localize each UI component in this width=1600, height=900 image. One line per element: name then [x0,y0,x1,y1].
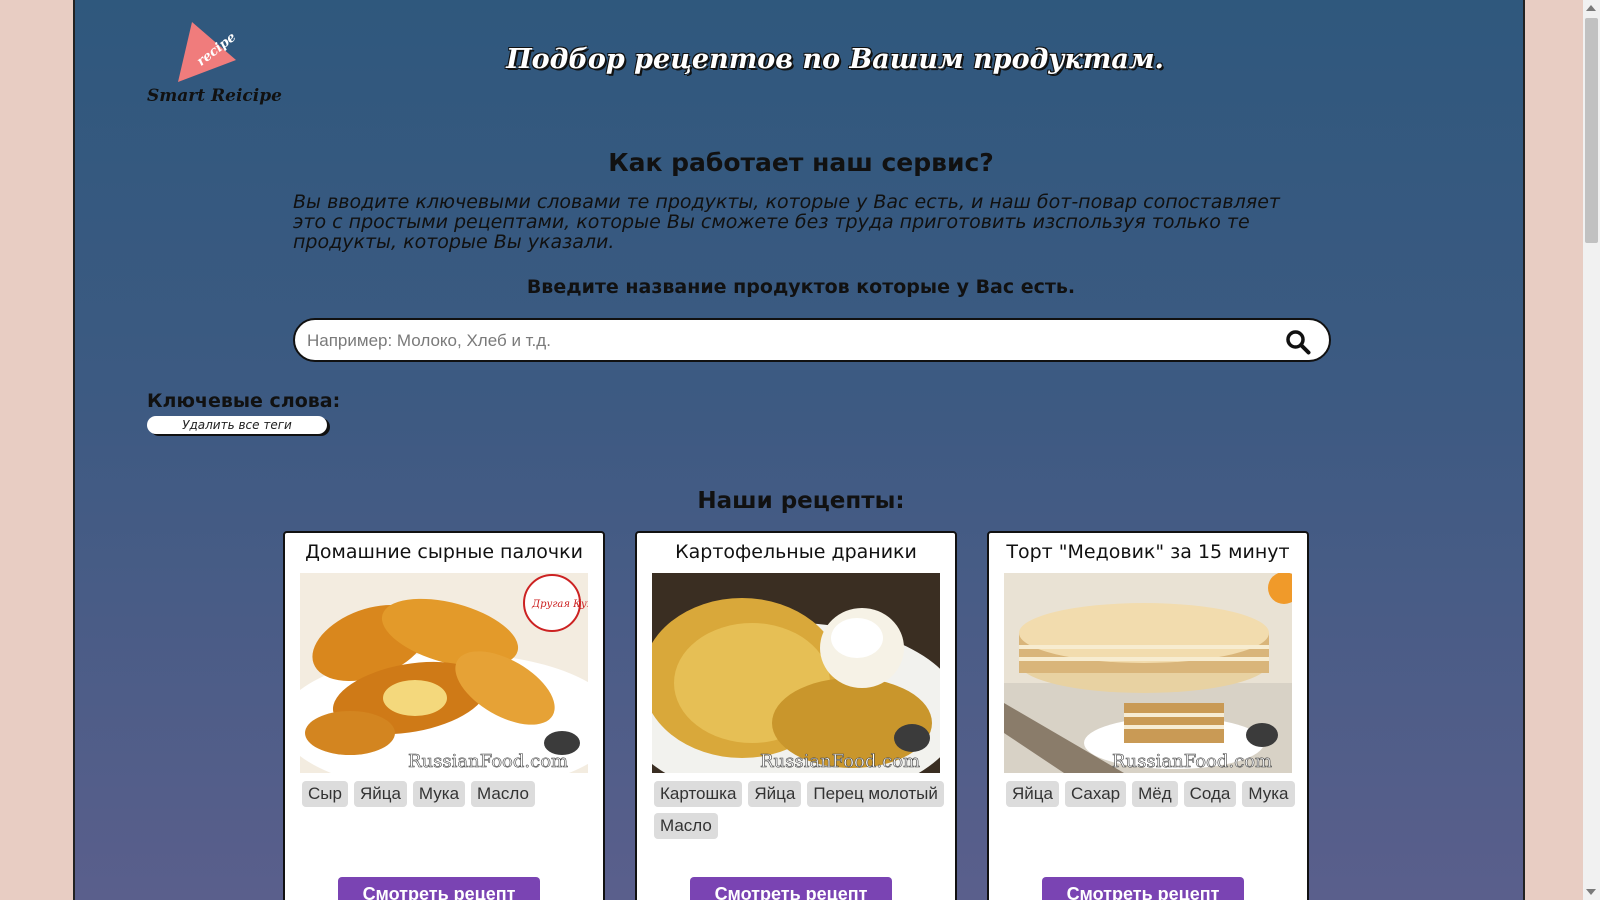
recipe-image-medovik[interactable]: RussianFood.com [1004,573,1292,773]
recipe-tag: Яйца [353,781,407,807]
recipe-card-title: Картофельные драники [675,541,917,563]
scrollbar[interactable] [1583,0,1600,900]
recipe-watermark: RussianFood.com [760,751,920,772]
recipes-title: Наши рецепты: [697,488,905,514]
page-title: Подбор рецептов по Вашим продуктам. [506,44,1164,75]
recipe-tag: Мука [412,781,466,807]
recipe-tag: Масло [654,813,718,839]
search-bar [293,318,1331,362]
recipe-tag: Мёд [1132,781,1178,807]
search-button[interactable] [1285,329,1311,355]
recipe-card-title: Домашние сырные палочки [305,541,583,563]
recipe-watermark: RussianFood.com [408,751,568,772]
scroll-down-arrow-icon[interactable] [1586,889,1596,895]
recipe-tag: Сахар [1064,781,1127,807]
recipe-card-title: Торт "Медовик" за 15 минут [1006,541,1290,563]
recipe-tag: Картошка [654,781,743,807]
scrollbar-thumb[interactable] [1585,18,1598,243]
search-icon [1286,330,1311,355]
recipe-badge: Другая Кухня [531,599,588,610]
recipe-card[interactable]: Домашние сырные палочки Другая Кухня Rus… [283,531,605,900]
scroll-up-arrow-icon[interactable] [1586,5,1596,11]
logo-triangle-icon: recipe [178,22,238,82]
recipe-image-draniki[interactable]: RussianFood.com [652,573,940,773]
recipe-watermark: RussianFood.com [1112,751,1272,772]
recipe-tags: Яйца Сахар Мёд Сода Мука [1006,781,1296,807]
how-it-works-title: Как работает наш сервис? [608,148,994,177]
recipe-tag: Масло [471,781,535,807]
recipe-tags: Картошка Яйца Перец молотый Масло [654,781,944,839]
recipe-tag: Сода [1183,781,1237,807]
recipe-tag: Мука [1242,781,1295,807]
logo[interactable]: recipe Smart Reicipe [147,20,282,115]
view-recipe-button[interactable]: Смотреть рецепт [338,877,540,900]
view-recipe-button[interactable]: Смотреть рецепт [690,877,892,900]
keywords-label: Ключевые слова: [147,390,341,412]
recipe-tags: Сыр Яйца Мука Масло [302,781,592,807]
recipe-tag: Яйца [748,781,802,807]
view-recipe-button[interactable]: Смотреть рецепт [1042,877,1244,900]
how-it-works-description: Вы вводите ключевыми словами те продукты… [293,191,1280,253]
recipe-tag: Перец молотый [807,781,944,807]
recipe-card[interactable]: Картофельные драники RussianFood.com Кар… [635,531,957,900]
page-container: recipe Smart Reicipe Подбор рецептов по … [73,0,1525,900]
search-input[interactable] [305,328,1249,354]
recipe-image-cheese-sticks[interactable]: Другая Кухня RussianFood.com [300,573,588,773]
recipe-tag: Яйца [1006,781,1059,807]
search-prompt: Введите название продуктов которые у Вас… [526,276,1076,298]
recipe-card[interactable]: Торт "Медовик" за 15 минут RussianFood.c… [987,531,1309,900]
clear-tags-button[interactable]: Удалить все теги [147,416,327,434]
recipe-tag: Сыр [302,781,348,807]
logo-text: Smart Reicipe [147,86,282,106]
